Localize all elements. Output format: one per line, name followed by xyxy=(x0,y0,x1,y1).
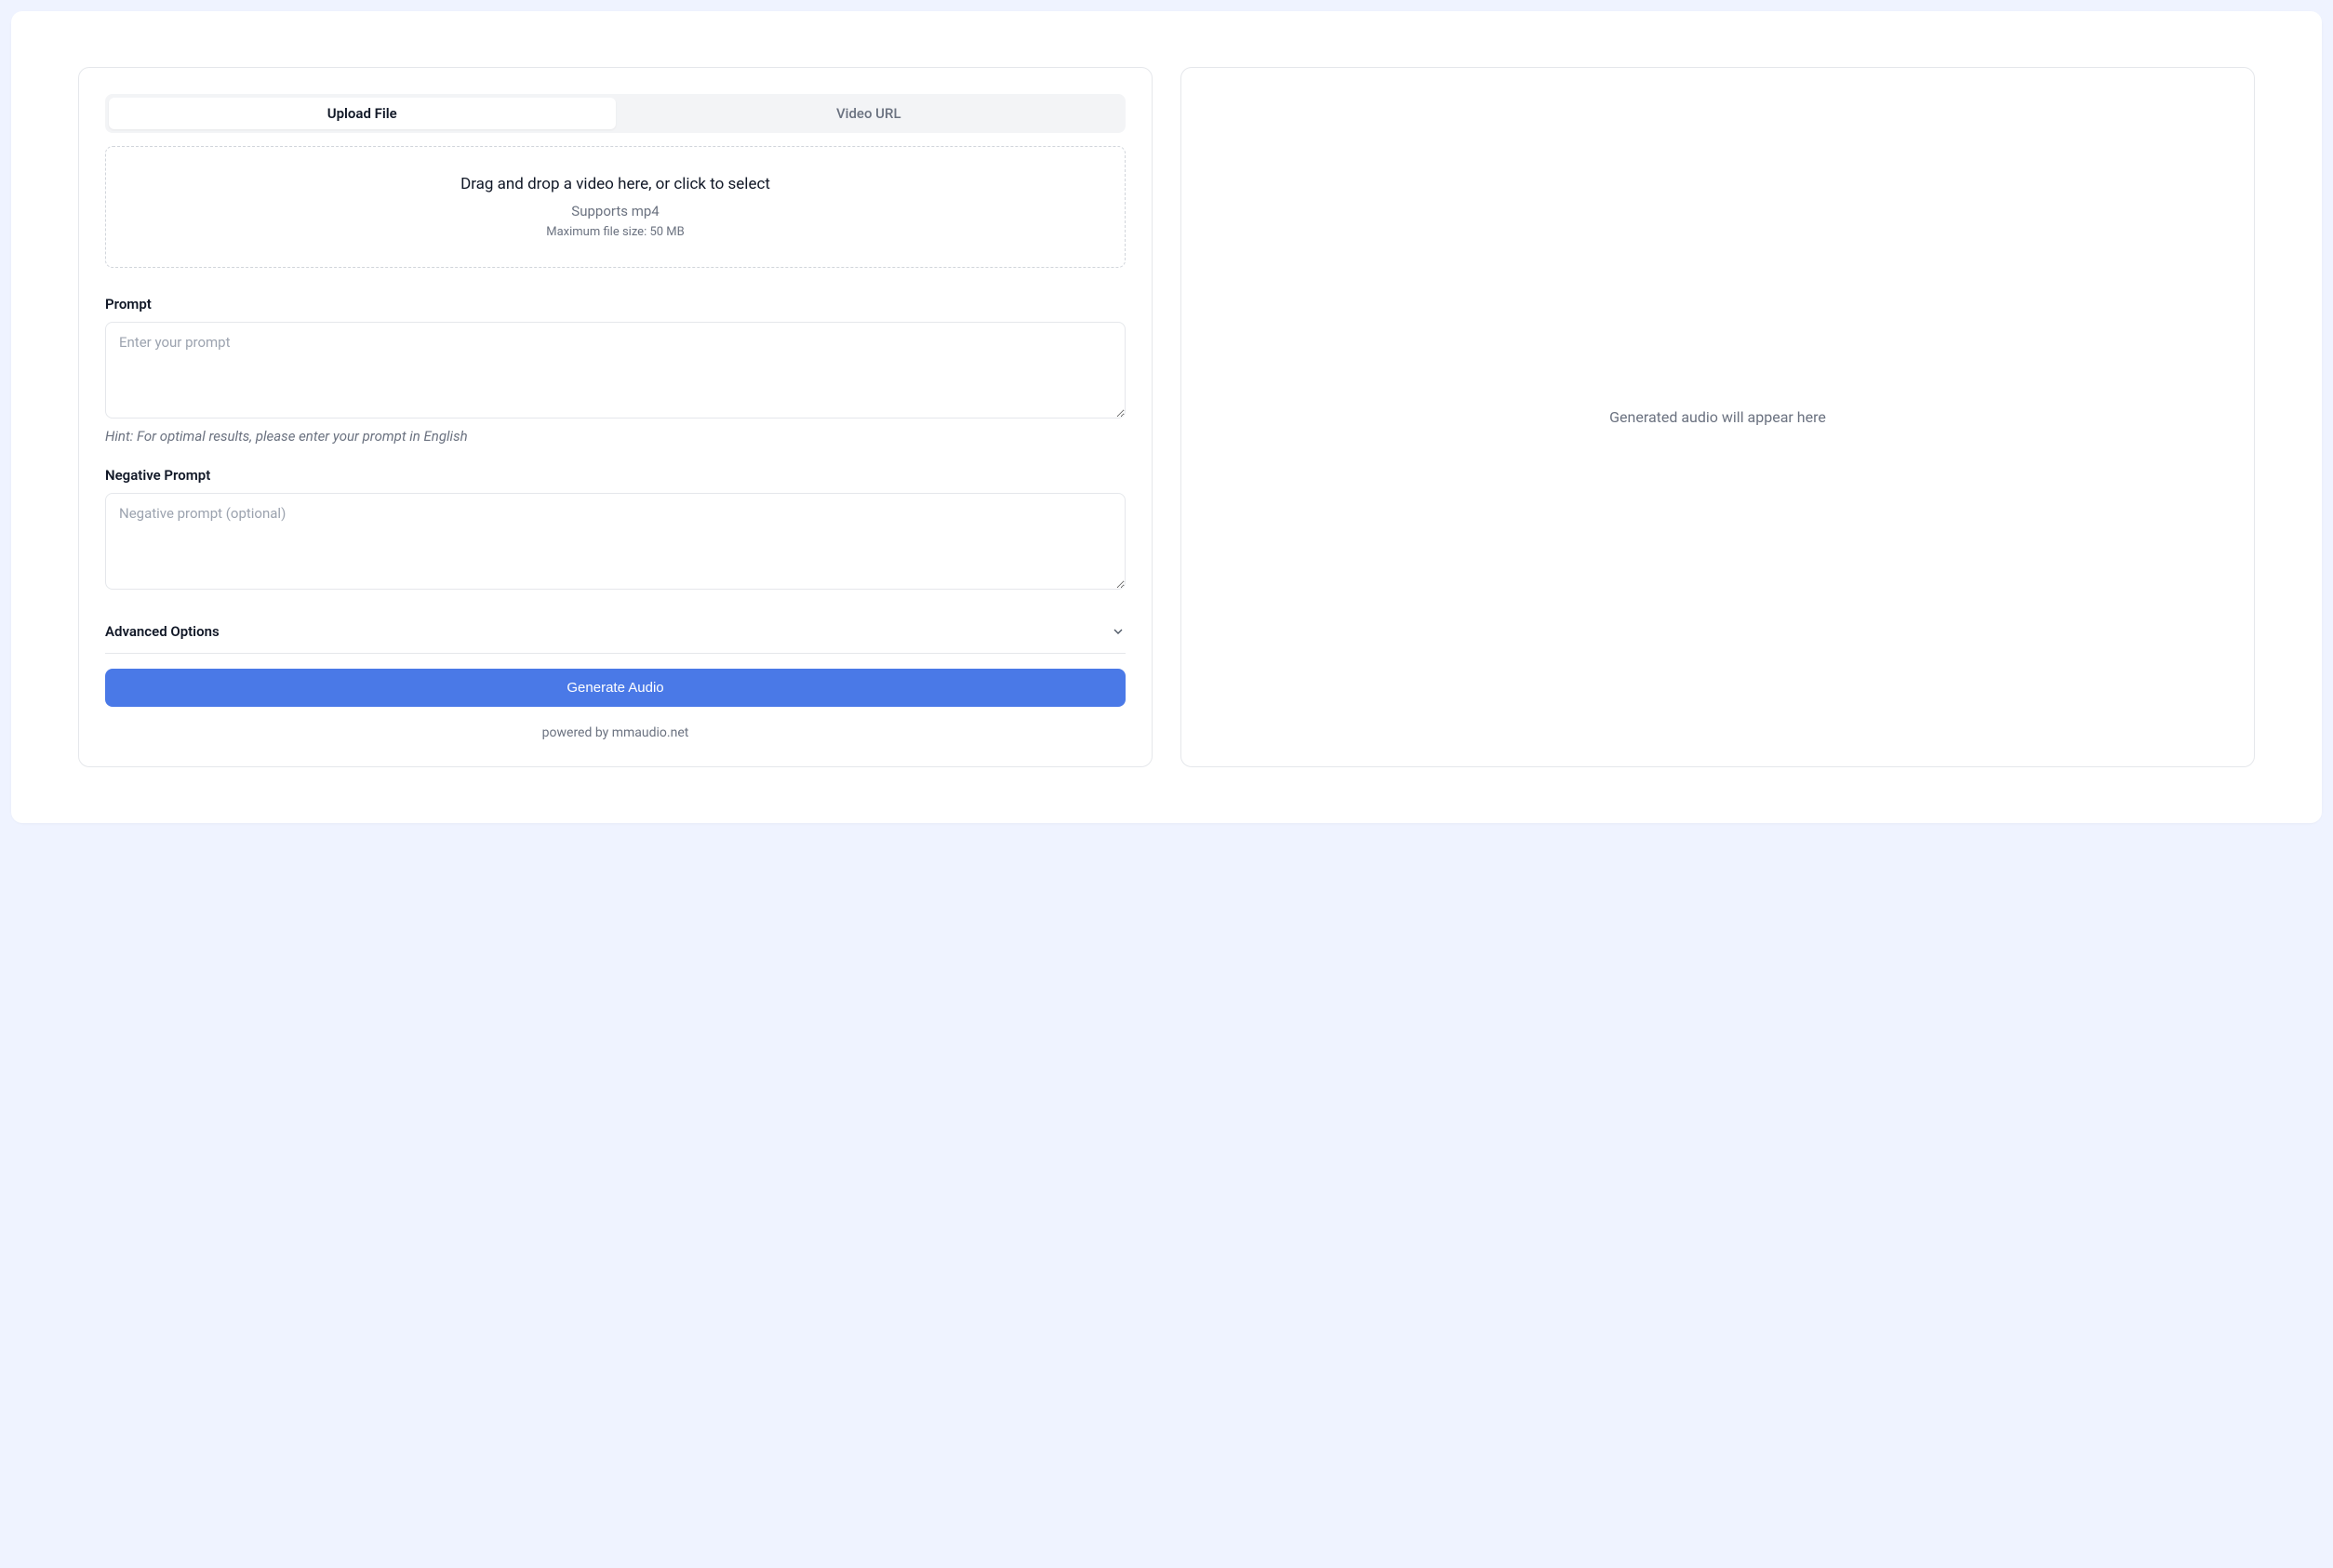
prompt-label: Prompt xyxy=(105,296,1126,312)
dropzone-title: Drag and drop a video here, or click to … xyxy=(125,175,1106,193)
prompt-input[interactable] xyxy=(105,322,1126,419)
input-panel: Upload File Video URL Drag and drop a vi… xyxy=(78,67,1153,767)
input-tabs: Upload File Video URL xyxy=(105,94,1126,133)
powered-by-text: powered by mmaudio.net xyxy=(105,725,1126,740)
chevron-down-icon xyxy=(1111,624,1126,639)
advanced-options-label: Advanced Options xyxy=(105,623,220,640)
dropzone-supports: Supports mp4 xyxy=(125,203,1106,219)
tab-upload-file[interactable]: Upload File xyxy=(109,98,616,129)
video-dropzone[interactable]: Drag and drop a video here, or click to … xyxy=(105,146,1126,268)
tab-video-url[interactable]: Video URL xyxy=(616,98,1123,129)
dropzone-maxsize: Maximum file size: 50 MB xyxy=(125,225,1106,239)
output-placeholder-text: Generated audio will appear here xyxy=(1609,408,1826,426)
advanced-options-toggle[interactable]: Advanced Options xyxy=(105,623,1126,654)
generate-audio-button[interactable]: Generate Audio xyxy=(105,669,1126,707)
negative-prompt-label: Negative Prompt xyxy=(105,467,1126,484)
negative-prompt-input[interactable] xyxy=(105,493,1126,590)
output-panel: Generated audio will appear here xyxy=(1180,67,2255,767)
prompt-hint: Hint: For optimal results, please enter … xyxy=(105,428,1126,445)
main-card: Upload File Video URL Drag and drop a vi… xyxy=(11,11,2322,823)
